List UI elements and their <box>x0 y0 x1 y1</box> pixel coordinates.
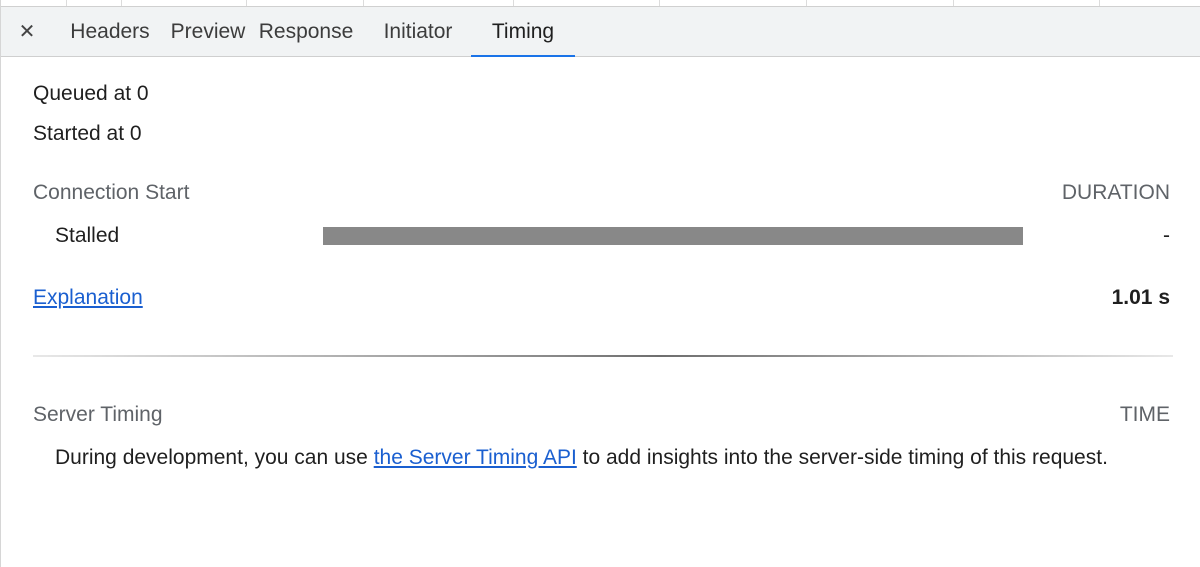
stalled-bar <box>323 227 1023 245</box>
total-duration-value: 1.01 s <box>1111 286 1170 309</box>
section-divider <box>33 355 1173 357</box>
server-timing-heading: Server Timing <box>33 403 163 426</box>
server-timing-info: During development, you can use the Serv… <box>55 444 1135 471</box>
explanation-link[interactable]: Explanation <box>33 286 143 310</box>
stalled-label: Stalled <box>55 224 120 247</box>
duration-header: DURATION <box>1061 181 1170 204</box>
server-timing-api-link[interactable]: the Server Timing API <box>374 446 577 469</box>
tab-timing[interactable]: Timing <box>471 7 575 57</box>
column-divider-strip <box>1 0 1200 7</box>
tab-initiator[interactable]: Initiator <box>365 7 471 56</box>
tab-preview[interactable]: Preview <box>169 7 247 56</box>
tab-bar: ✕ Headers Preview Response Initiator Tim… <box>1 7 1200 57</box>
connection-start-heading: Connection Start <box>33 181 190 204</box>
queued-at-text: Queued at 0 <box>33 82 149 105</box>
timing-panel: ✕ Headers Preview Response Initiator Tim… <box>0 0 1200 567</box>
started-at-text: Started at 0 <box>33 122 142 145</box>
stalled-duration-value: - <box>1163 224 1170 247</box>
tab-response[interactable]: Response <box>247 7 365 56</box>
info-text-before: During development, you can use <box>55 446 374 469</box>
close-icon[interactable]: ✕ <box>1 7 51 56</box>
time-header: TIME <box>1119 403 1170 426</box>
stalled-bar-fill <box>323 227 1023 245</box>
tab-headers[interactable]: Headers <box>51 7 169 56</box>
info-text-after: to add insights into the server-side tim… <box>576 446 1108 469</box>
